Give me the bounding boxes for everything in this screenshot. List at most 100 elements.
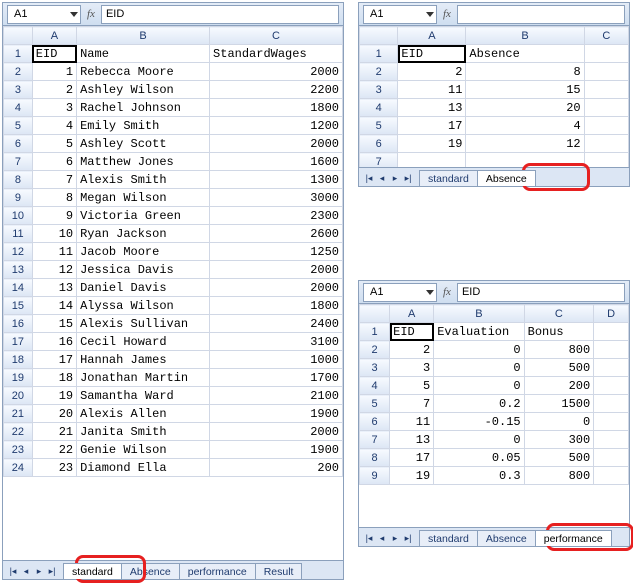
spreadsheet-grid[interactable]: ABC1EIDNameStandardWages21Rebecca Moore2… — [3, 26, 343, 477]
cell[interactable]: 2000 — [210, 135, 343, 153]
cell[interactable]: 8 — [466, 63, 584, 81]
cell[interactable] — [584, 99, 628, 117]
row-header[interactable]: 6 — [4, 135, 33, 153]
cell[interactable]: 17 — [398, 117, 466, 135]
row-header[interactable]: 12 — [4, 243, 33, 261]
cell[interactable]: 1800 — [210, 297, 343, 315]
fx-icon[interactable]: fx — [439, 8, 455, 20]
column-header[interactable]: B — [434, 305, 524, 323]
sheet-nav-button[interactable]: |◂ — [7, 564, 19, 578]
cell[interactable]: Cecil Howard — [77, 333, 210, 351]
cell[interactable]: 1700 — [210, 369, 343, 387]
row-header[interactable]: 24 — [4, 459, 33, 477]
chevron-down-icon[interactable] — [426, 12, 434, 17]
sheet-nav-button[interactable]: ▸| — [402, 531, 414, 545]
cell[interactable]: Bonus — [524, 323, 594, 341]
cell[interactable]: EID — [32, 45, 76, 63]
cell[interactable] — [594, 449, 629, 467]
cell[interactable]: 2 — [398, 63, 466, 81]
cell[interactable]: 200 — [524, 377, 594, 395]
row-header[interactable]: 1 — [360, 323, 390, 341]
cell[interactable]: 11 — [390, 413, 434, 431]
cell[interactable]: 0 — [434, 431, 524, 449]
cell[interactable]: Daniel Davis — [77, 279, 210, 297]
cell[interactable]: 20 — [466, 99, 584, 117]
row-header[interactable]: 2 — [4, 63, 33, 81]
cell[interactable]: 2300 — [210, 207, 343, 225]
formula-input[interactable] — [457, 5, 625, 24]
row-header[interactable]: 18 — [4, 351, 33, 369]
sheet-nav-button[interactable]: ◂ — [376, 531, 388, 545]
cell[interactable]: Name — [77, 45, 210, 63]
cell[interactable]: 3 — [32, 99, 76, 117]
cell[interactable]: Alyssa Wilson — [77, 297, 210, 315]
row-header[interactable]: 22 — [4, 423, 33, 441]
cell[interactable]: 13 — [398, 99, 466, 117]
cell[interactable]: 13 — [32, 279, 76, 297]
cell[interactable]: 19 — [390, 467, 434, 485]
row-header[interactable]: 9 — [360, 467, 390, 485]
cell[interactable]: 800 — [524, 467, 594, 485]
cell[interactable]: Jonathan Martin — [77, 369, 210, 387]
cell[interactable]: 1600 — [210, 153, 343, 171]
cell[interactable]: Megan Wilson — [77, 189, 210, 207]
cell[interactable]: Absence — [466, 45, 584, 63]
cell[interactable]: 10 — [32, 225, 76, 243]
row-header[interactable]: 6 — [360, 413, 390, 431]
cell[interactable]: 500 — [524, 449, 594, 467]
row-header[interactable]: 6 — [360, 135, 398, 153]
cell[interactable]: 1 — [32, 63, 76, 81]
cell[interactable]: EID — [390, 323, 434, 341]
cell[interactable]: StandardWages — [210, 45, 343, 63]
column-header[interactable]: B — [77, 27, 210, 45]
sheet-nav-button[interactable]: ◂ — [376, 171, 388, 185]
cell[interactable]: 3100 — [210, 333, 343, 351]
sheet-nav-button[interactable]: ▸ — [33, 564, 45, 578]
cell[interactable]: 20 — [32, 405, 76, 423]
select-all-corner[interactable] — [360, 27, 398, 45]
fx-icon[interactable]: fx — [439, 286, 455, 298]
row-header[interactable]: 5 — [360, 395, 390, 413]
cell[interactable]: 800 — [524, 341, 594, 359]
row-header[interactable]: 5 — [360, 117, 398, 135]
row-header[interactable]: 9 — [4, 189, 33, 207]
cell[interactable]: 1200 — [210, 117, 343, 135]
cell[interactable]: 15 — [32, 315, 76, 333]
cell[interactable]: 0 — [434, 377, 524, 395]
column-header[interactable]: C — [210, 27, 343, 45]
cell[interactable]: 500 — [524, 359, 594, 377]
cell[interactable]: Matthew Jones — [77, 153, 210, 171]
row-header[interactable]: 7 — [360, 431, 390, 449]
cell[interactable] — [594, 413, 629, 431]
cell[interactable]: 13 — [390, 431, 434, 449]
cell[interactable]: 1900 — [210, 405, 343, 423]
row-header[interactable]: 15 — [4, 297, 33, 315]
cell[interactable]: 9 — [32, 207, 76, 225]
cell[interactable]: 16 — [32, 333, 76, 351]
row-header[interactable]: 4 — [360, 99, 398, 117]
cell[interactable]: Alexis Allen — [77, 405, 210, 423]
row-header[interactable]: 8 — [4, 171, 33, 189]
cell[interactable]: 18 — [32, 369, 76, 387]
cell[interactable] — [594, 341, 629, 359]
cell[interactable]: 2000 — [210, 423, 343, 441]
row-header[interactable]: 3 — [4, 81, 33, 99]
row-header[interactable]: 4 — [4, 99, 33, 117]
sheet-tab[interactable]: performance — [535, 530, 612, 546]
sheet-tab[interactable]: performance — [179, 563, 256, 579]
row-header[interactable]: 8 — [360, 449, 390, 467]
sheet-tab[interactable]: standard — [419, 530, 478, 546]
cell[interactable]: Jacob Moore — [77, 243, 210, 261]
sheet-tab[interactable]: Absence — [477, 530, 536, 546]
sheet-tab[interactable]: standard — [419, 170, 478, 186]
sheet-tab[interactable]: Result — [255, 563, 303, 579]
row-header[interactable]: 14 — [4, 279, 33, 297]
cell[interactable]: 19 — [398, 135, 466, 153]
sheet-nav-button[interactable]: ◂ — [20, 564, 32, 578]
cell[interactable] — [584, 135, 628, 153]
cell[interactable]: -0.15 — [434, 413, 524, 431]
row-header[interactable]: 16 — [4, 315, 33, 333]
cell[interactable]: 21 — [32, 423, 76, 441]
cell[interactable] — [594, 323, 629, 341]
cell[interactable] — [584, 81, 628, 99]
